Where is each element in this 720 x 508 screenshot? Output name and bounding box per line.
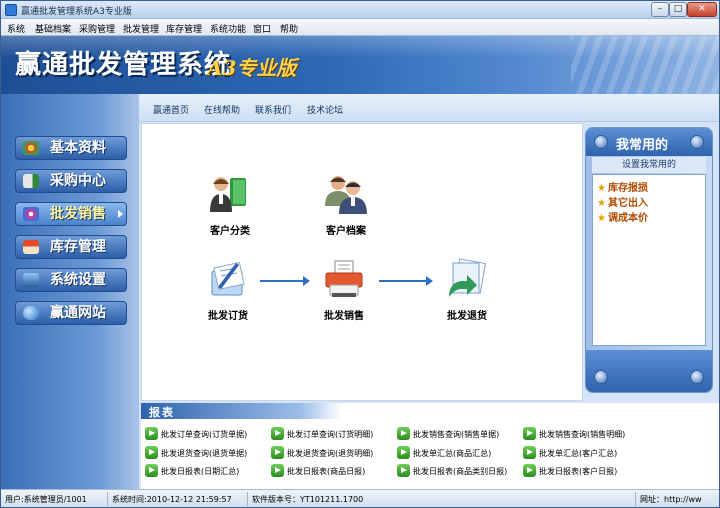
sidebar-item-wholesale[interactable]: 批发销售 bbox=[15, 202, 127, 226]
wholesale-return-label: 批发退货 bbox=[447, 311, 487, 322]
wholesale-sale-node[interactable]: 批发销售 bbox=[304, 257, 384, 335]
title-bar: 赢通批发管理系统A3专业版 – □ ✕ bbox=[1, 1, 719, 19]
active-arrow-icon bbox=[118, 210, 123, 218]
window-title: 赢通批发管理系统A3专业版 bbox=[21, 7, 132, 17]
banner-logo: 赢通批发管理系统 bbox=[15, 50, 232, 80]
status-version: 软件版本号：YT101211.1700 bbox=[252, 495, 364, 504]
customer-file-label: 客户档案 bbox=[326, 226, 366, 237]
house-icon bbox=[23, 240, 39, 254]
menu-bar: 系统 基础档案 采购管理 批发管理 库存管理 系统功能 窗口 帮助 bbox=[1, 19, 719, 36]
go-arrow-icon bbox=[523, 464, 536, 477]
wholesale-order-icon bbox=[211, 261, 245, 296]
go-arrow-icon bbox=[271, 464, 284, 477]
go-arrow-icon bbox=[145, 427, 158, 440]
status-user: 用户:系统管理员/1001 bbox=[5, 495, 87, 504]
menu-basic-files[interactable]: 基础档案 bbox=[35, 22, 71, 35]
globe-icon bbox=[23, 306, 39, 320]
sidebar-item-website[interactable]: 赢通网站 bbox=[15, 301, 127, 325]
go-arrow-icon bbox=[145, 446, 158, 459]
menu-wholesale[interactable]: 批发管理 bbox=[123, 22, 159, 35]
sidebar: 基本资料 采购中心 批发销售 库存管理 系统设置 赢通网站 bbox=[1, 94, 139, 489]
wholesale-order-label: 批发订货 bbox=[208, 311, 248, 322]
banner: 赢通批发管理系统 A3专业版 bbox=[1, 36, 719, 94]
menu-window[interactable]: 窗口 bbox=[253, 22, 271, 35]
go-arrow-icon bbox=[271, 446, 284, 459]
flow-arrow-icon bbox=[379, 276, 433, 286]
banner-decoration bbox=[571, 36, 719, 94]
go-arrow-icon bbox=[271, 427, 284, 440]
flow-arrow-icon bbox=[260, 276, 310, 286]
wholesale-return-node[interactable]: 批发退货 bbox=[427, 257, 507, 335]
favorites-setup-link[interactable]: 设置我常用的 bbox=[592, 157, 706, 173]
sidebar-item-basic-info[interactable]: 基本资料 bbox=[15, 136, 127, 160]
app-icon bbox=[5, 4, 17, 16]
maximize-button[interactable]: □ bbox=[669, 2, 687, 17]
menu-functions[interactable]: 系统功能 bbox=[210, 22, 246, 35]
wholesale-return-icon bbox=[449, 258, 486, 297]
app-window: 赢通批发管理系统A3专业版 – □ ✕ 系统 基础档案 采购管理 批发管理 库存… bbox=[0, 0, 720, 508]
status-bar: 用户:系统管理员/1001 系统时间:2010-12-12 21:59:57 软… bbox=[1, 489, 719, 507]
sidebar-item-inventory[interactable]: 库存管理 bbox=[15, 235, 127, 259]
favorites-title: 我常用的 bbox=[616, 138, 669, 153]
status-website: 网址：http://ww bbox=[640, 495, 702, 504]
customer-file-node[interactable]: 客户档案 bbox=[306, 172, 386, 250]
sidebar-item-settings[interactable]: 系统设置 bbox=[15, 268, 127, 292]
link-online-help[interactable]: 在线帮助 bbox=[204, 103, 240, 116]
star-icon: ★ bbox=[597, 183, 606, 194]
favorites-panel: 我常用的 设置我常用的 ★ 库存报损 ★ 其它出入 ★ 调成本价 bbox=[585, 127, 713, 393]
go-arrow-icon bbox=[397, 427, 410, 440]
status-time: 系统时间:2010-12-12 21:59:57 bbox=[112, 495, 232, 504]
link-home[interactable]: 赢通首页 bbox=[153, 103, 189, 116]
sidebar-item-purchase[interactable]: 采购中心 bbox=[15, 169, 127, 193]
link-forum[interactable]: 技术论坛 bbox=[307, 103, 343, 116]
wholesale-sale-icon bbox=[325, 260, 363, 297]
top-links: 赢通首页 在线帮助 联系我们 技术论坛 bbox=[139, 94, 719, 122]
menu-system[interactable]: 系统 bbox=[7, 22, 25, 35]
go-arrow-icon bbox=[397, 464, 410, 477]
close-button[interactable]: ✕ bbox=[687, 2, 717, 17]
panel-knob-icon bbox=[690, 135, 704, 149]
gear-monitor-icon bbox=[23, 273, 39, 287]
go-arrow-icon bbox=[145, 464, 158, 477]
panel-knob-icon bbox=[690, 370, 704, 384]
panel-knob-icon bbox=[594, 135, 608, 149]
customer-file-icon bbox=[325, 176, 367, 214]
menu-help[interactable]: 帮助 bbox=[280, 22, 298, 35]
go-arrow-icon bbox=[523, 427, 536, 440]
truck-icon bbox=[23, 174, 39, 188]
go-arrow-icon bbox=[523, 446, 536, 459]
puzzle-icon bbox=[23, 141, 39, 155]
customer-category-icon bbox=[210, 177, 246, 212]
banner-edition: A3专业版 bbox=[207, 56, 297, 80]
menu-inventory[interactable]: 库存管理 bbox=[166, 22, 202, 35]
gift-icon bbox=[23, 207, 39, 221]
panel-knob-icon bbox=[594, 370, 608, 384]
menu-purchase[interactable]: 采购管理 bbox=[79, 22, 115, 35]
favorites-list: ★ 库存报损 ★ 其它出入 ★ 调成本价 bbox=[592, 174, 706, 346]
favorite-item[interactable]: ★ 其它出入 bbox=[597, 194, 648, 209]
wholesale-order-node[interactable]: 批发订货 bbox=[188, 257, 268, 335]
star-icon: ★ bbox=[597, 198, 606, 209]
go-arrow-icon bbox=[397, 446, 410, 459]
reports-title: 报表 bbox=[149, 406, 175, 419]
favorite-item[interactable]: ★ 库存报损 bbox=[597, 179, 648, 194]
customer-category-label: 客户分类 bbox=[210, 226, 250, 237]
customer-category-node[interactable]: 客户分类 bbox=[190, 172, 270, 250]
favorite-item[interactable]: ★ 调成本价 bbox=[597, 209, 648, 224]
minimize-button[interactable]: – bbox=[651, 2, 669, 17]
star-icon: ★ bbox=[597, 213, 606, 224]
link-contact[interactable]: 联系我们 bbox=[255, 103, 291, 116]
workflow-panel: 客户分类 客户档案 批发订货 批发销售 批发退货 bbox=[141, 123, 583, 401]
reports-section: 报表 批发订单查询(订货单据) 批发订单查询(订货明细) 批发销售查询(销售单据… bbox=[141, 403, 719, 489]
wholesale-sale-label: 批发销售 bbox=[324, 311, 364, 322]
